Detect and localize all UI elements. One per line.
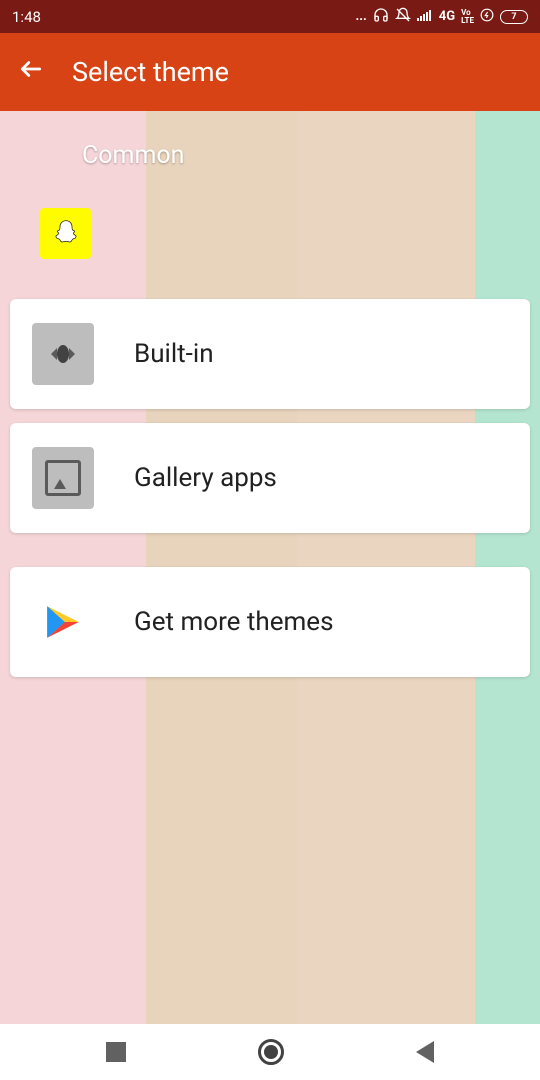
builtin-icon bbox=[45, 336, 81, 372]
getmore-option[interactable]: Get more themes bbox=[10, 567, 530, 677]
mute-icon bbox=[395, 7, 411, 27]
getmore-label: Get more themes bbox=[134, 607, 334, 637]
builtin-option[interactable]: Built-in bbox=[10, 299, 530, 409]
status-time: 1:48 bbox=[12, 8, 41, 26]
nav-recent-icon[interactable] bbox=[106, 1042, 126, 1062]
gallery-option[interactable]: Gallery apps bbox=[10, 423, 530, 533]
navigation-bar bbox=[0, 1024, 540, 1080]
builtin-label: Built-in bbox=[134, 339, 214, 369]
network-label: 4G bbox=[439, 9, 455, 24]
snapchat-app-icon[interactable] bbox=[40, 208, 91, 259]
gallery-icon-box bbox=[32, 447, 94, 509]
volte-icon: VoLTE bbox=[461, 9, 474, 25]
play-icon-box bbox=[32, 591, 94, 653]
section-label: Common bbox=[82, 141, 530, 170]
signal-icon bbox=[417, 9, 433, 25]
gallery-label: Gallery apps bbox=[134, 463, 277, 493]
gallery-icon bbox=[45, 460, 81, 496]
page-title: Select theme bbox=[72, 56, 229, 88]
nav-home-icon[interactable] bbox=[258, 1039, 284, 1065]
builtin-icon-box bbox=[32, 323, 94, 385]
back-arrow-icon[interactable] bbox=[18, 56, 44, 89]
ellipsis-icon: ... bbox=[355, 9, 366, 24]
battery-icon: 7 bbox=[500, 10, 528, 24]
status-bar: 1:48 ... 4G VoLTE 7 bbox=[0, 0, 540, 33]
snapchat-ghost-icon bbox=[50, 216, 82, 252]
headphones-icon bbox=[373, 7, 389, 27]
nav-back-icon[interactable] bbox=[416, 1041, 434, 1063]
play-store-icon bbox=[42, 601, 84, 643]
app-bar: Select theme bbox=[0, 33, 540, 111]
content-area: Common Built-in Gallery apps Get more th… bbox=[0, 111, 540, 677]
status-right: ... 4G VoLTE 7 bbox=[355, 7, 528, 27]
lightning-icon bbox=[480, 8, 494, 26]
